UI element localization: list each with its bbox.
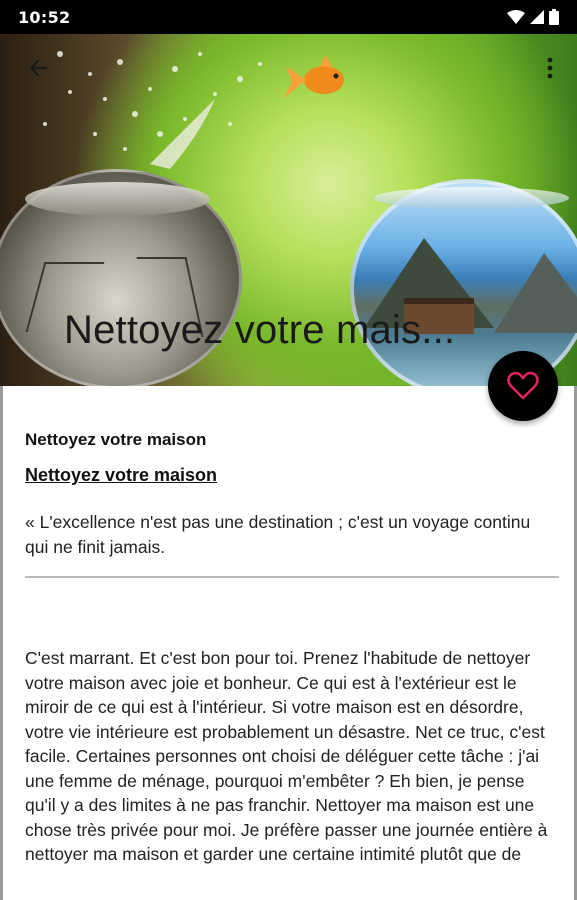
heart-outline-icon — [507, 371, 539, 400]
page-title: Nettoyez votre mais... — [64, 308, 456, 352]
signal-icon — [530, 10, 544, 24]
goldfish-graphic — [284, 54, 344, 98]
divider — [25, 576, 559, 578]
article-subheading: Nettoyez votre maison — [25, 465, 218, 485]
overflow-menu-button[interactable] — [538, 50, 562, 86]
back-button[interactable] — [22, 52, 54, 84]
system-icons — [507, 9, 559, 25]
status-bar: 10:52 — [0, 0, 577, 34]
favorite-button[interactable] — [488, 351, 558, 421]
article-heading: Nettoyez votre maison — [25, 430, 207, 449]
header-image: Nettoyez votre mais... — [0, 34, 577, 386]
article-content: Nettoyez votre maison Nettoyez votre mai… — [0, 386, 577, 900]
arrow-back-icon — [29, 59, 48, 77]
article-body: C'est marrant. Et c'est bon pour toi. Pr… — [25, 648, 548, 864]
status-time: 10:52 — [18, 7, 71, 27]
more-vert-icon — [547, 57, 553, 79]
wifi-icon — [507, 10, 525, 24]
grey-fishbowl-graphic — [0, 169, 242, 386]
battery-icon — [549, 9, 559, 25]
article-quote: « L'excellence n'est pas une destination… — [25, 512, 531, 557]
